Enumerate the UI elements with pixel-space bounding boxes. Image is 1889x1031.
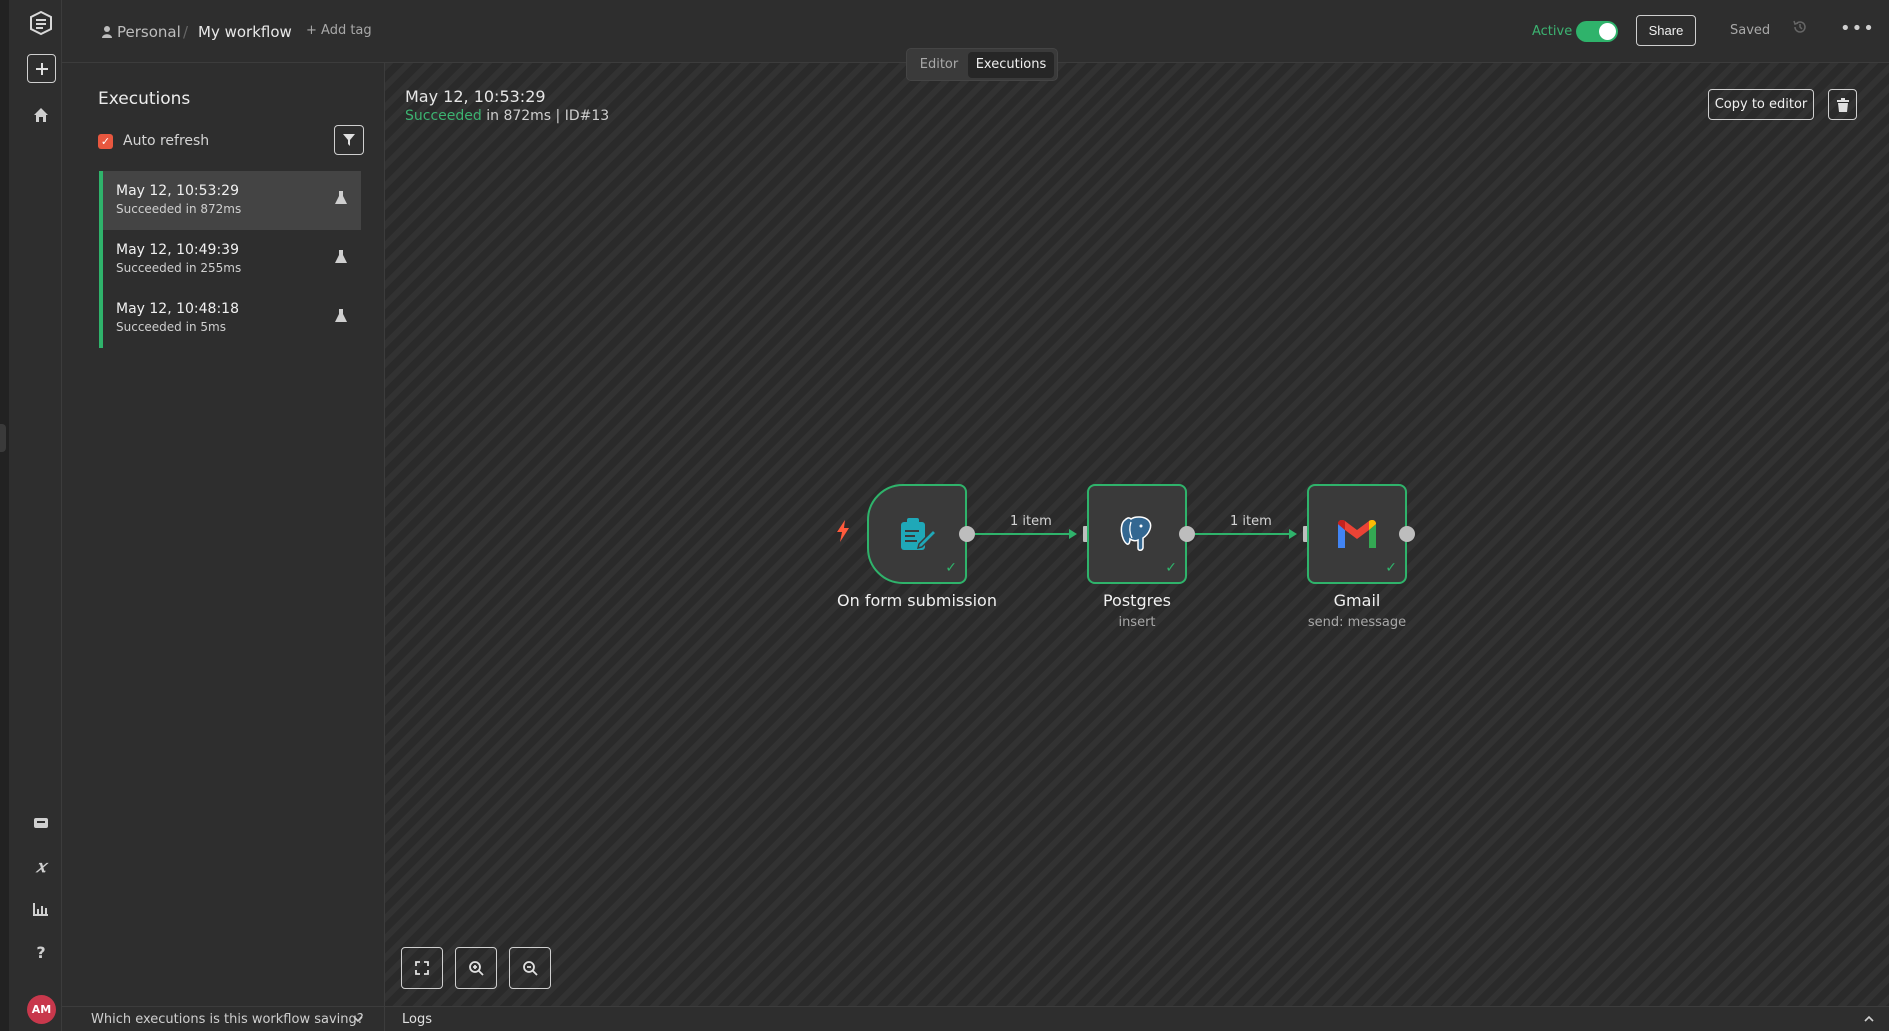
- execution-status-word: Succeeded: [405, 108, 482, 124]
- view-switch: Editor Executions: [906, 48, 1058, 81]
- execution-time: May 12, 10:48:18: [116, 301, 239, 317]
- zoom-out-button[interactable]: [509, 947, 551, 989]
- execution-status: Succeeded in 5ms: [116, 320, 226, 334]
- connection-label: 1 item: [1230, 514, 1272, 529]
- active-label: Active: [1532, 24, 1573, 39]
- success-check-icon: ✓: [1385, 560, 1397, 576]
- flask-icon[interactable]: [335, 309, 347, 327]
- output-handle[interactable]: [1179, 526, 1195, 542]
- rail-resize-notch[interactable]: [0, 424, 6, 452]
- breadcrumb-project[interactable]: Personal: [102, 23, 181, 41]
- user-avatar[interactable]: AM: [27, 995, 56, 1024]
- node-on-form-submission[interactable]: ✓: [867, 484, 967, 584]
- more-options-icon[interactable]: •••: [1840, 18, 1875, 39]
- gmail-icon: [1338, 520, 1376, 548]
- execution-header-time: May 12, 10:53:29: [405, 87, 546, 106]
- home-icon[interactable]: [26, 100, 56, 130]
- output-handle[interactable]: [1399, 526, 1415, 542]
- saving-info-text: Which executions is this workflow saving…: [91, 1011, 364, 1027]
- plus-icon: [35, 62, 48, 75]
- flask-icon[interactable]: [335, 191, 347, 209]
- fit-view-icon: [415, 961, 429, 975]
- rail-edge: [0, 0, 9, 1031]
- chevron-up-icon: [1864, 1015, 1874, 1022]
- checkbox-checked-icon[interactable]: ✓: [98, 133, 113, 149]
- arrow-head-icon: [1289, 529, 1297, 539]
- zoom-in-button[interactable]: [455, 947, 497, 989]
- executions-title: Executions: [98, 89, 191, 109]
- filter-icon: [343, 134, 355, 146]
- node-postgres[interactable]: ✓: [1087, 484, 1187, 584]
- node-subtitle: send: message: [1307, 615, 1407, 630]
- execution-status: Succeeded in 872ms: [116, 202, 242, 216]
- workflow-name[interactable]: My workflow: [198, 23, 292, 41]
- execution-status: Succeeded in 255ms: [116, 261, 242, 275]
- connection-line[interactable]: [1195, 533, 1294, 535]
- workflow-canvas[interactable]: May 12, 10:53:29 Succeeded in 872ms | ID…: [385, 63, 1889, 1006]
- active-toggle[interactable]: [1576, 21, 1618, 42]
- user-icon: [102, 26, 112, 38]
- execution-time: May 12, 10:53:29: [116, 183, 239, 199]
- variables-icon[interactable]: 𝑥: [26, 852, 56, 882]
- copy-to-editor-button[interactable]: Copy to editor: [1708, 89, 1814, 120]
- node-title: Postgres: [1102, 591, 1172, 610]
- auto-refresh-label: Auto refresh: [123, 133, 210, 149]
- project-name: Personal: [117, 23, 181, 41]
- breadcrumb-separator: /: [183, 23, 189, 41]
- saved-status: Saved: [1730, 23, 1771, 38]
- fit-view-button[interactable]: [401, 947, 443, 989]
- postgres-elephant-icon: [1120, 516, 1152, 551]
- main-sidebar: 𝑥 ? AM: [0, 0, 62, 1031]
- filter-button[interactable]: [334, 125, 364, 155]
- execution-details: in 872ms | ID#13: [486, 108, 610, 124]
- help-icon[interactable]: ?: [26, 937, 56, 967]
- executions-list: May 12, 10:53:29 Succeeded in 872ms May …: [99, 171, 361, 348]
- zoom-out-icon: [523, 961, 538, 976]
- execution-saving-info[interactable]: Which executions is this workflow saving…: [62, 1006, 385, 1031]
- execution-time: May 12, 10:49:39: [116, 242, 239, 258]
- toggle-knob: [1599, 23, 1616, 40]
- chevron-down-icon: [353, 1016, 363, 1023]
- zoom-in-icon: [469, 961, 484, 976]
- connection-line[interactable]: [975, 533, 1074, 535]
- trash-icon: [1836, 97, 1849, 112]
- insights-chart-icon[interactable]: [26, 894, 56, 924]
- execution-item[interactable]: May 12, 10:53:29 Succeeded in 872ms: [99, 171, 361, 230]
- templates-icon[interactable]: [26, 808, 56, 838]
- history-icon[interactable]: [1793, 20, 1807, 38]
- share-button[interactable]: Share: [1636, 15, 1696, 46]
- tab-executions[interactable]: Executions: [968, 51, 1054, 78]
- executions-panel: Executions ✓ Auto refresh May 12, 10:53:…: [62, 63, 385, 1006]
- tab-editor[interactable]: Editor: [910, 52, 968, 78]
- logs-label: Logs: [402, 1011, 432, 1027]
- create-button[interactable]: [27, 54, 56, 83]
- connection-label: 1 item: [1010, 514, 1052, 529]
- n8n-logo-icon[interactable]: [26, 8, 56, 38]
- execution-item[interactable]: May 12, 10:48:18 Succeeded in 5ms: [99, 289, 361, 348]
- delete-execution-button[interactable]: [1828, 89, 1857, 120]
- output-handle[interactable]: [959, 526, 975, 542]
- node-subtitle: insert: [1118, 615, 1156, 630]
- arrow-head-icon: [1069, 529, 1077, 539]
- node-title: Gmail: [1333, 591, 1381, 610]
- form-icon: [901, 518, 937, 550]
- logs-panel-bar[interactable]: Logs: [385, 1006, 1889, 1031]
- trigger-bolt-icon: [836, 520, 850, 546]
- add-tag-button[interactable]: + Add tag: [306, 23, 372, 38]
- success-check-icon: ✓: [1165, 560, 1177, 576]
- node-title: On form submission: [837, 591, 997, 610]
- node-gmail[interactable]: ✓: [1307, 484, 1407, 584]
- execution-header-status: Succeeded in 872ms | ID#13: [405, 108, 609, 124]
- success-check-icon: ✓: [945, 560, 957, 576]
- flask-icon[interactable]: [335, 250, 347, 268]
- execution-item[interactable]: May 12, 10:49:39 Succeeded in 255ms: [99, 230, 361, 289]
- auto-refresh-checkbox[interactable]: ✓ Auto refresh: [98, 133, 209, 149]
